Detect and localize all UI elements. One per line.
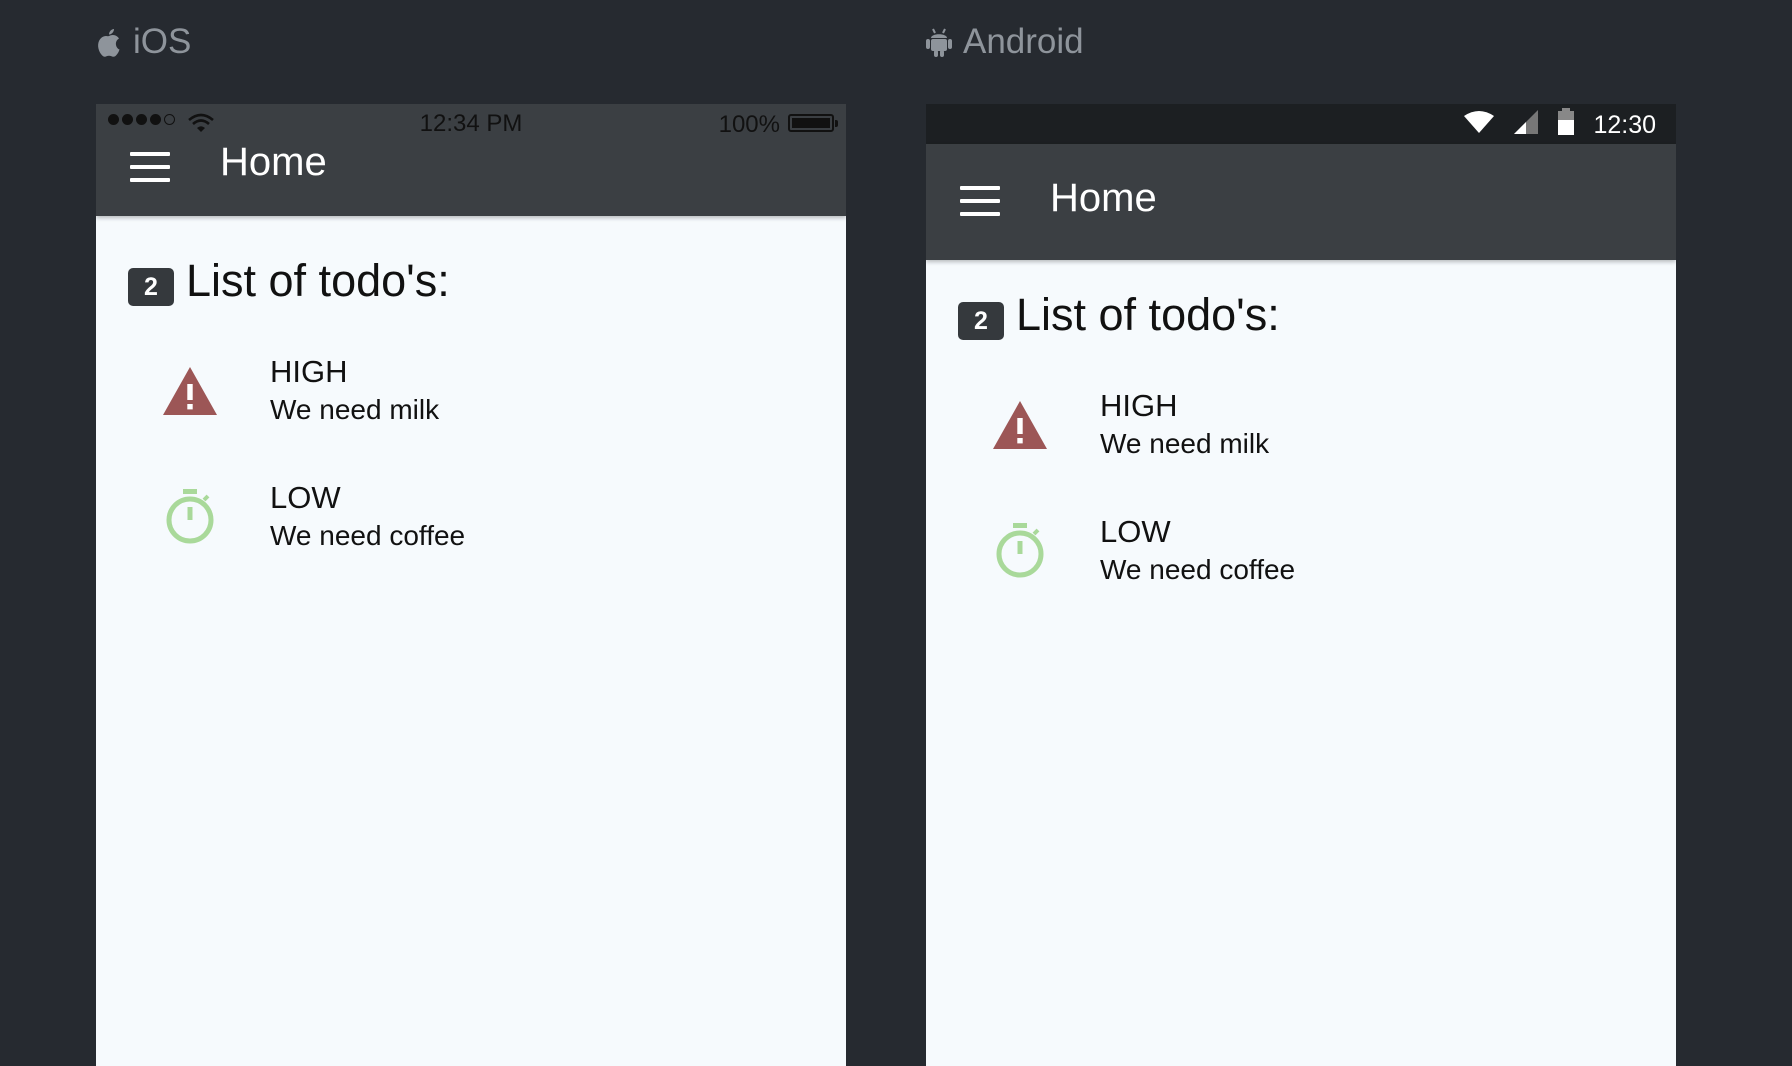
todo-priority: LOW [270,480,341,515]
ios-label-text: iOS [133,22,192,61]
signal-strength-icon [1513,109,1539,142]
page-title: Home [1050,176,1157,220]
android-status-time: 12:30 [1593,111,1656,139]
page-title: Home [220,140,327,184]
todo-priority: LOW [1100,514,1171,549]
ios-device-frame: 12:34 PM 100% Home 2 List of todo's: HIG… [96,104,846,1066]
ios-status-bar: 12:34 PM 100% [96,104,846,140]
list-title: List of todo's: [186,255,450,306]
android-label-text: Android [963,22,1084,61]
list-item[interactable]: HIGH We need milk [990,388,1630,478]
android-device-frame: 12:30 Home 2 List of todo's: HIGH We nee… [926,104,1676,1066]
ios-header: 12:34 PM 100% Home [96,104,846,216]
count-badge: 2 [128,268,174,306]
list-item[interactable]: HIGH We need milk [160,354,800,444]
ios-battery-percent: 100% [718,111,780,138]
list-heading: 2 List of todo's: [128,256,450,306]
todo-text: We need milk [1100,428,1270,459]
hamburger-menu-icon[interactable] [130,152,170,191]
count-badge: 2 [958,302,1004,340]
wifi-icon [1463,110,1495,141]
android-icon [925,26,953,58]
todo-priority: HIGH [1100,388,1178,423]
list-heading: 2 List of todo's: [958,290,1280,340]
hamburger-menu-icon[interactable] [960,186,1000,225]
todo-text: We need coffee [270,520,466,551]
list-item[interactable]: LOW We need coffee [160,480,800,570]
warning-icon [160,360,220,420]
ios-navigation-bar: Home [96,140,846,216]
todo-priority: HIGH [270,354,348,389]
apple-icon [95,26,123,58]
android-platform-label: Android [925,22,1084,62]
stopwatch-icon [990,520,1050,580]
stopwatch-icon [160,486,220,546]
android-status-bar: 12:30 [926,104,1676,144]
todo-text: We need milk [270,394,440,425]
battery-icon [1557,108,1575,143]
list-item[interactable]: LOW We need coffee [990,514,1630,604]
android-app-bar: Home [926,144,1676,260]
todo-text: We need coffee [1100,554,1296,585]
warning-icon [990,394,1050,454]
battery-icon [788,114,838,132]
ios-platform-label: iOS [95,22,191,62]
list-title: List of todo's: [1016,289,1280,340]
